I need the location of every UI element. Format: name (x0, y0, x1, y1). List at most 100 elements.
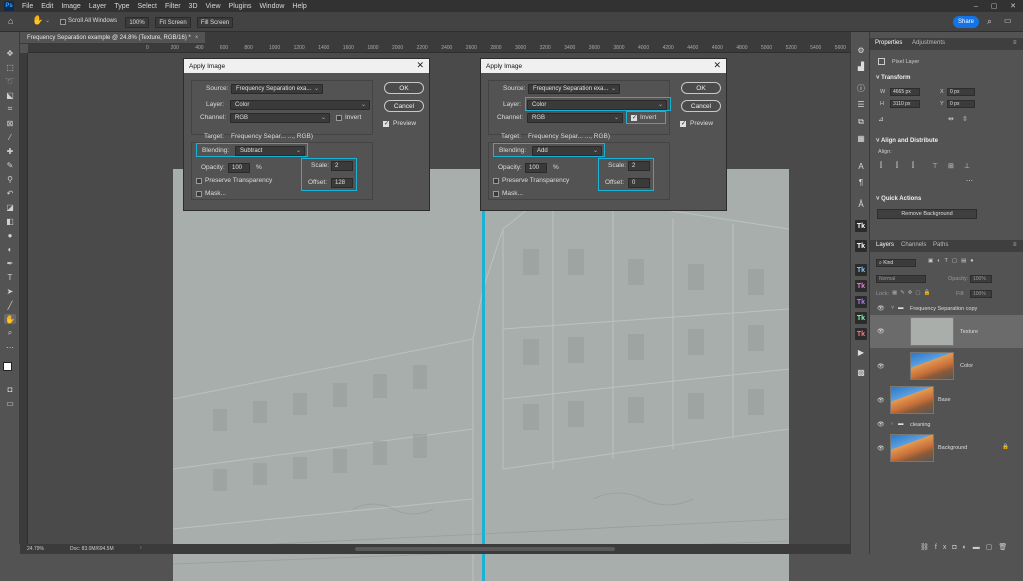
layer-group-row[interactable]: 👁 › ▬ cleaning (870, 418, 1023, 431)
3d-icon[interactable]: ⚙ (855, 44, 867, 56)
histogram-icon[interactable]: ▟ (855, 60, 867, 72)
share-button[interactable]: Share (953, 16, 979, 28)
ok-button[interactable]: OK (681, 82, 721, 94)
info-icon[interactable]: ⓘ (855, 82, 867, 94)
tk-plugin-icon[interactable]: Tk (855, 264, 867, 276)
quick-mask-icon[interactable]: ◘ (4, 384, 16, 394)
canvas-area[interactable]: Apply Image ✕ Source: Frequency Separati… (28, 53, 850, 581)
menu-image[interactable]: Image (57, 3, 84, 10)
frame-tool-icon[interactable]: ⊠ (4, 118, 16, 128)
eye-icon[interactable]: 👁 (877, 305, 885, 312)
source-select[interactable]: Frequency Separation exa... ⌄ (528, 84, 620, 94)
preserve-transparency-checkbox[interactable] (196, 178, 202, 184)
eye-icon[interactable]: 👁 (877, 363, 885, 370)
close-icon[interactable]: ✕ (1005, 0, 1021, 12)
maximize-icon[interactable]: ▢ (986, 0, 1002, 12)
preview-checkbox[interactable]: ✓ (383, 121, 389, 127)
menu-type[interactable]: Type (110, 3, 133, 10)
menu-edit[interactable]: Edit (37, 3, 57, 10)
home-icon[interactable]: ⌂ (8, 16, 13, 26)
cancel-button[interactable]: Cancel (681, 100, 721, 112)
move-tool-icon[interactable]: ✥ (4, 48, 16, 58)
width-field[interactable]: 4665 px (890, 88, 920, 96)
eye-icon[interactable]: 👁 (877, 328, 885, 335)
actions-icon[interactable]: ▶ (855, 346, 867, 358)
layer-select[interactable]: Color ⌄ (230, 100, 370, 110)
foreground-color-swatch[interactable] (3, 362, 12, 371)
align-middle-icon[interactable]: ⊞ (948, 162, 954, 170)
layer-fill-field[interactable]: 100% (970, 290, 992, 298)
chevron-right-icon[interactable]: › (140, 545, 142, 551)
history-brush-tool-icon[interactable]: ↶ (4, 188, 16, 198)
zoom-100-button[interactable]: 100% (125, 17, 149, 28)
zoom-tool-icon[interactable]: ⌕ (4, 328, 16, 338)
tab-adjustments[interactable]: Adjustments (912, 40, 945, 46)
cancel-button[interactable]: Cancel (384, 100, 424, 112)
blend-mode-select[interactable]: Normal (876, 275, 926, 283)
character-icon[interactable]: A (855, 160, 867, 172)
healing-brush-tool-icon[interactable]: ✚ (4, 146, 16, 156)
dodge-tool-icon[interactable]: ◐ (4, 244, 16, 254)
screen-mode-icon[interactable]: ▭ (4, 398, 16, 408)
type-tool-icon[interactable]: T (4, 272, 16, 282)
path-select-tool-icon[interactable]: ➤ (4, 286, 16, 296)
mask-checkbox[interactable] (493, 191, 499, 197)
channel-select[interactable]: RGB ⌄ (230, 113, 330, 123)
lock-icons[interactable]: ▦✎✥▢🔒 (892, 290, 933, 296)
source-select[interactable]: Frequency Separation exa... ⌄ (231, 84, 323, 94)
eyedropper-tool-icon[interactable]: ⁄ (4, 132, 16, 142)
adjustments-icon[interactable]: ☰ (855, 98, 867, 110)
fit-screen-button[interactable]: Fit Screen (155, 17, 191, 28)
document-size[interactable]: Doc: 83.0M/694.5M (70, 546, 114, 552)
ok-button[interactable]: OK (384, 82, 424, 94)
zoom-level[interactable]: 24.79% (27, 546, 44, 552)
menu-3d[interactable]: 3D (185, 3, 202, 10)
layer-row-selected[interactable]: 👁 Texture (870, 315, 1023, 348)
align-section[interactable]: ˅ Align and Distribute (876, 138, 938, 144)
channel-select[interactable]: RGB ⌄ (527, 113, 623, 123)
brush-tool-icon[interactable]: ✎ (4, 160, 16, 170)
horizontal-scrollbar[interactable] (355, 547, 615, 551)
layer-filter-icons[interactable]: ▣◐T▢▤● (928, 258, 978, 264)
flip-vertical-icon[interactable]: ⇳ (962, 115, 968, 123)
chevron-right-icon[interactable]: › (891, 421, 893, 427)
styles-icon[interactable]: ⧉ (855, 116, 867, 128)
pen-tool-icon[interactable]: ✒ (4, 258, 16, 268)
remove-background-button[interactable]: Remove Background (877, 209, 977, 219)
preserve-transparency-checkbox[interactable] (493, 178, 499, 184)
line-tool-icon[interactable]: ╱ (4, 300, 16, 310)
align-center-icon[interactable]: ⫿ (896, 162, 898, 170)
document-tab[interactable]: Frequency Separation example @ 24.8% (Te… (20, 32, 205, 44)
crop-tool-icon[interactable]: ⌗ (4, 104, 16, 114)
align-right-icon[interactable]: ⫿ (912, 162, 914, 170)
layer-row[interactable]: 👁 Background 🔒 (870, 432, 1023, 464)
dialog-title-bar[interactable]: Apply Image ✕ (184, 59, 429, 73)
more-tools-icon[interactable]: ⋯ (4, 342, 16, 352)
tk-plugin-icon[interactable]: Tk (855, 328, 867, 340)
opacity-input[interactable]: 100 (228, 163, 250, 173)
blur-tool-icon[interactable]: ● (4, 230, 16, 240)
paragraph-icon[interactable]: ¶ (855, 176, 867, 188)
layer-row[interactable]: 👁 Base (870, 384, 1023, 416)
eye-icon[interactable]: 👁 (877, 421, 885, 428)
dialog-title-bar[interactable]: Apply Image ✕ (481, 59, 726, 73)
layers-bottom-icons[interactable]: ⛓fx◘◐▬▢🗑 (920, 543, 1013, 551)
layer-group-row[interactable]: 👁 ˅ ▬ Frequency Separation copy (870, 302, 1023, 315)
object-select-tool-icon[interactable]: ⬕ (4, 90, 16, 100)
scroll-all-windows-checkbox[interactable] (60, 19, 66, 25)
menu-view[interactable]: View (202, 3, 225, 10)
clone-stamp-tool-icon[interactable]: ⚲ (4, 174, 16, 184)
tk-plugin-icon[interactable]: Tk (855, 220, 867, 232)
height-field[interactable]: 3110 px (890, 100, 920, 108)
chevron-down-icon[interactable]: ⌄ (45, 17, 50, 24)
glyphs-icon[interactable]: Å (855, 198, 867, 210)
gradient-tool-icon[interactable]: ◧ (4, 216, 16, 226)
eye-icon[interactable]: 👁 (877, 397, 885, 404)
workspace-icon[interactable]: ▭ (1004, 16, 1012, 25)
menu-window[interactable]: Window (256, 3, 289, 10)
y-field[interactable]: 0 px (947, 100, 975, 108)
menu-plugins[interactable]: Plugins (225, 3, 256, 10)
menu-help[interactable]: Help (288, 3, 310, 10)
minimize-icon[interactable]: – (968, 0, 984, 12)
more-options-icon[interactable]: ⋯ (966, 177, 973, 185)
